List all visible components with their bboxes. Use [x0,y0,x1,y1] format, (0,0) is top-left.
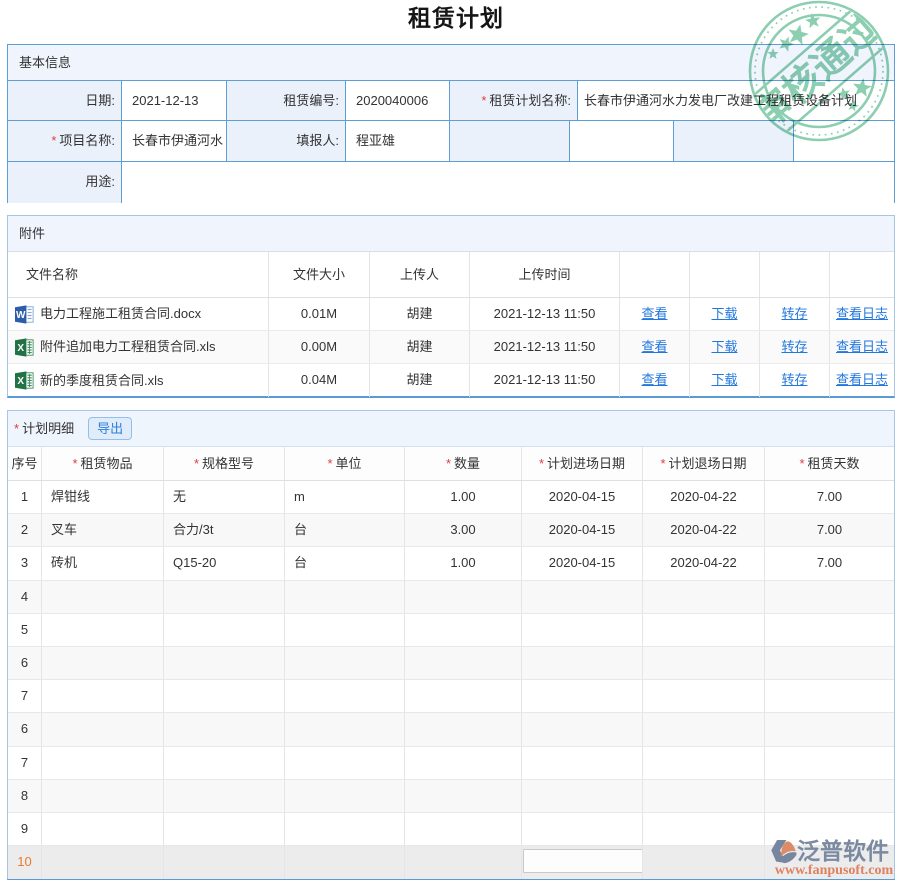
svg-text:X: X [17,376,24,387]
svg-text:X: X [17,343,24,354]
svg-text:W: W [16,310,26,321]
